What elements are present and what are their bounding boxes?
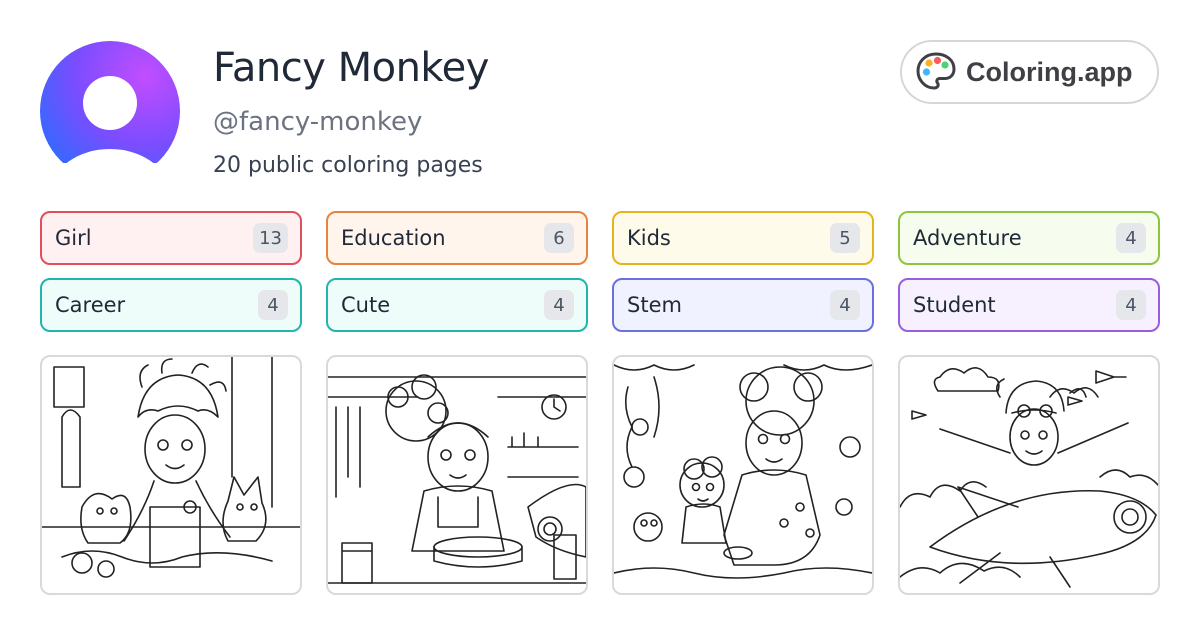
palette-icon <box>916 52 956 90</box>
page-count: 20 public coloring pages <box>213 153 483 178</box>
tag-adventure[interactable]: Adventure 4 <box>898 211 1160 265</box>
tag-kids[interactable]: Kids 5 <box>612 211 874 265</box>
coloring-page-thumbnail-girl-in-workshop[interactable] <box>326 355 588 595</box>
tag-label: Career <box>55 293 126 317</box>
coloring-app-brand-button[interactable]: Coloring.app <box>900 40 1159 104</box>
tag-label: Adventure <box>913 226 1022 250</box>
tag-count-badge: 4 <box>830 290 860 320</box>
profile-name: Fancy Monkey <box>213 45 489 91</box>
girl-with-dogs-illustration <box>42 357 300 578</box>
tag-label: Education <box>341 226 446 250</box>
avatar[interactable] <box>40 41 180 181</box>
tag-count-badge: 4 <box>1116 290 1146 320</box>
coloring-page-grid <box>40 355 1160 595</box>
tag-count-badge: 4 <box>1116 223 1146 253</box>
mother-and-child-garden-illustration <box>614 364 872 579</box>
tag-label: Stem <box>627 293 682 317</box>
girl-flying-plane-illustration <box>900 367 1158 588</box>
tag-count-badge: 6 <box>544 223 574 253</box>
girl-in-workshop-illustration <box>328 374 586 584</box>
tag-career[interactable]: Career 4 <box>40 278 302 332</box>
coloring-page-thumbnail-girl-flying-plane[interactable] <box>898 355 1160 595</box>
tag-list: Girl 13 Education 6 Kids 5 Adventure 4 C… <box>40 211 1160 332</box>
tag-count-badge: 13 <box>253 223 288 253</box>
tag-count-badge: 4 <box>258 290 288 320</box>
tag-label: Student <box>913 293 996 317</box>
tag-cute[interactable]: Cute 4 <box>326 278 588 332</box>
coloring-page-thumbnail-girl-with-dogs[interactable] <box>40 355 302 595</box>
tag-label: Girl <box>55 226 92 250</box>
brand-label: Coloring.app <box>966 56 1133 87</box>
tag-label: Kids <box>627 226 671 250</box>
tag-education[interactable]: Education 6 <box>326 211 588 265</box>
profile-handle: @fancy-monkey <box>213 107 423 137</box>
tag-count-badge: 5 <box>830 223 860 253</box>
coloring-page-thumbnail-mother-and-child[interactable] <box>612 355 874 595</box>
tag-girl[interactable]: Girl 13 <box>40 211 302 265</box>
tag-label: Cute <box>341 293 391 317</box>
tag-count-badge: 4 <box>544 290 574 320</box>
tag-stem[interactable]: Stem 4 <box>612 278 874 332</box>
tag-student[interactable]: Student 4 <box>898 278 1160 332</box>
